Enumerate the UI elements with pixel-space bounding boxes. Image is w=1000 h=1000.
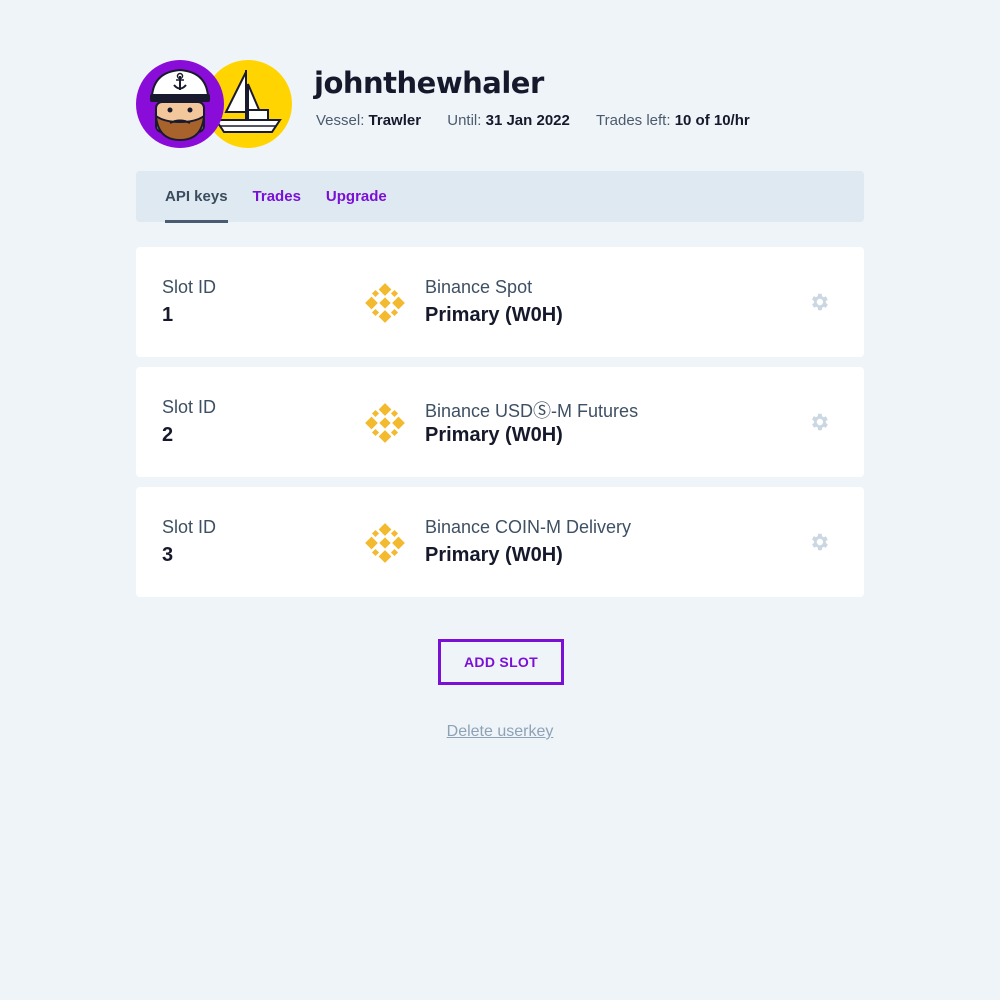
exchange-name: Binance USDⓈ-M Futures	[425, 401, 639, 421]
until-info: Until: 31 Jan 2022	[447, 112, 570, 129]
slot-id-value: 2	[162, 424, 174, 446]
slot-id-label: Slot ID	[162, 397, 217, 417]
profile-header: johnthewhaler Vessel: Trawler Until: 31 …	[136, 60, 864, 148]
slot-card: Slot ID 3 Binance COIN-M Delivery Primar…	[136, 487, 864, 597]
slot-id-label: Slot ID	[162, 517, 217, 537]
tab-bar: API keys Trades Upgrade	[136, 171, 864, 223]
slot-id-value: 1	[162, 304, 174, 326]
slot-id-label: Slot ID	[162, 277, 217, 297]
slot-card: Slot ID 1 Binance Spot Primary (W0H)	[136, 247, 864, 357]
exchange-name: Binance Spot	[425, 277, 533, 297]
trades-info: Trades left: 10 of 10/hr	[596, 112, 750, 129]
account-meta: Vessel: Trawler Until: 31 Jan 2022 Trade…	[316, 112, 772, 129]
binance-logo-icon	[365, 523, 405, 563]
api-key-name: Primary (W0H)	[425, 304, 563, 326]
gear-icon[interactable]	[808, 531, 830, 553]
exchange-name: Binance COIN-M Delivery	[425, 517, 632, 537]
binance-logo-icon	[365, 403, 405, 443]
tab-trades[interactable]: Trades	[253, 171, 301, 222]
api-key-name: Primary (W0H)	[425, 544, 563, 566]
slot-card: Slot ID 2 Binance USDⓈ-M Futures Primary…	[136, 367, 864, 477]
tab-upgrade[interactable]: Upgrade	[326, 171, 387, 222]
slot-id-value: 3	[162, 544, 174, 566]
username: johnthewhaler	[314, 66, 544, 100]
gear-icon[interactable]	[808, 411, 830, 433]
avatar-group	[136, 60, 292, 148]
vessel-value: Trawler	[368, 112, 422, 129]
delete-userkey-link[interactable]: Delete userkey	[0, 723, 1000, 741]
vessel-info: Vessel: Trawler	[316, 112, 421, 129]
add-slot-button[interactable]: ADD SLOT	[438, 639, 564, 685]
slot-list: Slot ID 1 Binance Spot Primary (W0H) Slo…	[136, 247, 864, 607]
binance-logo-icon	[365, 283, 405, 323]
tab-api-keys[interactable]: API keys	[165, 172, 228, 223]
api-key-name: Primary (W0H)	[425, 424, 563, 446]
captain-avatar-icon	[136, 60, 224, 148]
until-value: 31 Jan 2022	[485, 112, 570, 129]
page: johnthewhaler Vessel: Trawler Until: 31 …	[0, 0, 1000, 1000]
vessel-label: Vessel:	[316, 112, 365, 129]
gear-icon[interactable]	[808, 291, 830, 313]
trades-value: 10 of 10/hr	[674, 112, 750, 129]
trades-label: Trades left:	[596, 112, 671, 129]
until-label: Until:	[447, 112, 482, 129]
